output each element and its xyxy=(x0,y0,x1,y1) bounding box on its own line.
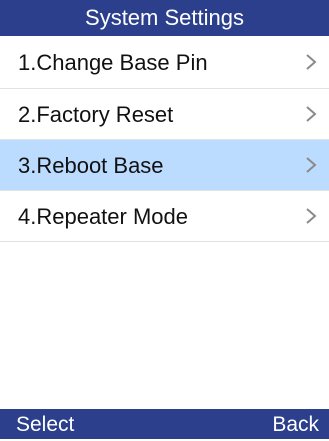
back-softkey[interactable]: Back xyxy=(272,409,319,441)
menu-item-repeater-mode[interactable]: 4.Repeater Mode xyxy=(0,191,329,242)
page-title: System Settings xyxy=(85,5,244,30)
chevron-right-icon xyxy=(306,106,317,122)
menu-item-reboot-base[interactable]: 3.Reboot Base xyxy=(0,140,329,191)
menu-item-change-base-pin[interactable]: 1.Change Base Pin xyxy=(0,36,329,89)
chevron-right-icon xyxy=(306,208,317,224)
menu-item-label: 3.Reboot Base xyxy=(18,153,164,178)
title-bar: System Settings xyxy=(0,0,329,36)
menu-item-label: 2.Factory Reset xyxy=(18,102,174,127)
settings-menu: 1.Change Base Pin 2.Factory Reset 3.Rebo… xyxy=(0,36,329,242)
chevron-right-icon xyxy=(306,157,317,173)
menu-item-label: 1.Change Base Pin xyxy=(18,50,208,75)
menu-item-label: 4.Repeater Mode xyxy=(18,204,188,229)
menu-item-factory-reset[interactable]: 2.Factory Reset xyxy=(0,89,329,140)
chevron-right-icon xyxy=(306,54,317,70)
select-softkey[interactable]: Select xyxy=(16,409,74,441)
softkey-bar: Select Back xyxy=(0,409,329,439)
